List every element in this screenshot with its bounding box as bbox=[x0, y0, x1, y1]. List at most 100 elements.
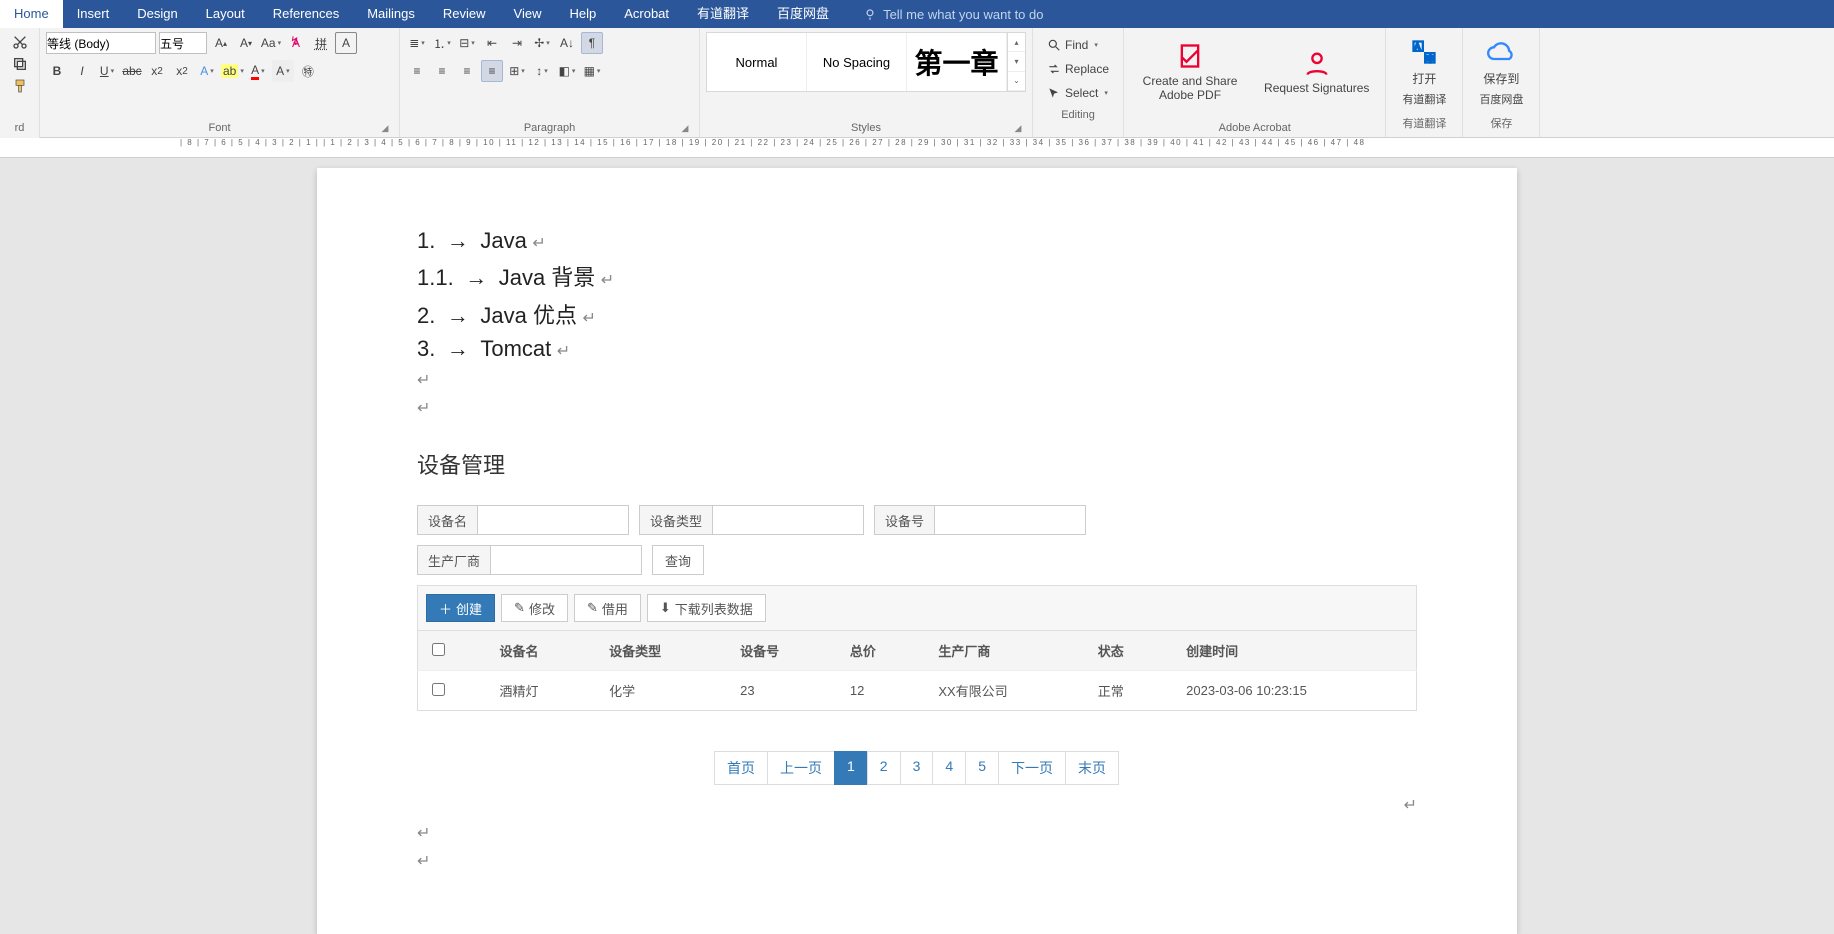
font-size-combo[interactable] bbox=[159, 32, 207, 54]
tab-view[interactable]: View bbox=[500, 0, 556, 28]
filter-no-input[interactable] bbox=[935, 506, 1085, 534]
style-heading[interactable]: 第一章 bbox=[907, 33, 1007, 91]
text-effects-button[interactable]: A bbox=[196, 60, 218, 82]
list-item[interactable]: 2. → Java 优点 ↵ bbox=[417, 298, 1417, 330]
editing-group-label: Editing bbox=[1039, 106, 1117, 124]
tab-review[interactable]: Review bbox=[429, 0, 500, 28]
page-first[interactable]: 首页 bbox=[714, 751, 768, 785]
align-left-button[interactable]: ≡ bbox=[406, 60, 428, 82]
page-4[interactable]: 4 bbox=[932, 751, 966, 785]
char-shading-button[interactable]: A bbox=[272, 60, 294, 82]
enclose-char-button[interactable]: ㊕ bbox=[297, 60, 319, 82]
page-last[interactable]: 末页 bbox=[1065, 751, 1119, 785]
styles-gallery[interactable]: Normal No Spacing 第一章 ▴ ▾ ⌄ bbox=[706, 32, 1026, 92]
create-button[interactable]: ＋创建 bbox=[426, 594, 495, 622]
superscript-button[interactable]: x2 bbox=[171, 60, 193, 82]
empty-paragraph[interactable]: ↵ bbox=[417, 398, 1417, 418]
align-right-button[interactable]: ≡ bbox=[456, 60, 478, 82]
tab-mailings[interactable]: Mailings bbox=[353, 0, 429, 28]
subscript-button[interactable]: x2 bbox=[146, 60, 168, 82]
page-3[interactable]: 3 bbox=[900, 751, 934, 785]
filter-type-input[interactable] bbox=[713, 506, 863, 534]
request-signatures-button[interactable]: Request Signatures bbox=[1254, 32, 1379, 112]
format-painter-icon[interactable] bbox=[12, 78, 28, 94]
style-normal[interactable]: Normal bbox=[707, 33, 807, 91]
highlight-button[interactable]: ab bbox=[221, 60, 244, 82]
style-nospacing[interactable]: No Spacing bbox=[807, 33, 907, 91]
show-marks-button[interactable]: ¶ bbox=[581, 32, 603, 54]
tab-references[interactable]: References bbox=[259, 0, 353, 28]
char-border-button[interactable]: A bbox=[335, 32, 357, 54]
page-1[interactable]: 1 bbox=[834, 751, 868, 785]
bullets-button[interactable]: ≣ bbox=[406, 32, 428, 54]
edit-button[interactable]: ✎修改 bbox=[501, 594, 568, 622]
row-checkbox[interactable] bbox=[432, 683, 445, 696]
search-button[interactable]: 查询 bbox=[652, 545, 704, 575]
create-pdf-button[interactable]: Create and Share Adobe PDF bbox=[1130, 32, 1250, 112]
list-item[interactable]: 1. → Java ↵ bbox=[417, 228, 1417, 254]
gallery-up-icon[interactable]: ▴ bbox=[1008, 33, 1025, 52]
italic-button[interactable]: I bbox=[71, 60, 93, 82]
select-button[interactable]: Select bbox=[1043, 82, 1113, 104]
strikethrough-button[interactable]: abc bbox=[121, 60, 143, 82]
change-case-button[interactable]: Aa bbox=[260, 32, 282, 54]
tab-baidu[interactable]: 百度网盘 bbox=[763, 0, 843, 28]
page-prev[interactable]: 上一页 bbox=[767, 751, 835, 785]
filter-name-input[interactable] bbox=[478, 506, 628, 534]
select-all-checkbox[interactable] bbox=[432, 643, 445, 656]
download-button[interactable]: ⬇下载列表数据 bbox=[647, 594, 766, 622]
numbering-button[interactable]: ⒈ bbox=[431, 32, 453, 54]
find-button[interactable]: Find bbox=[1043, 34, 1113, 56]
distributed-button[interactable]: ⊞ bbox=[506, 60, 528, 82]
tab-acrobat[interactable]: Acrobat bbox=[610, 0, 683, 28]
page-2[interactable]: 2 bbox=[867, 751, 901, 785]
borders-button[interactable]: ▦ bbox=[581, 60, 603, 82]
shading-button[interactable]: ◧ bbox=[556, 60, 578, 82]
font-color-button[interactable]: A bbox=[247, 60, 269, 82]
tab-home[interactable]: Home bbox=[0, 0, 63, 28]
font-launcher-icon[interactable]: ◢ bbox=[379, 123, 391, 135]
tab-help[interactable]: Help bbox=[555, 0, 610, 28]
font-name-combo[interactable] bbox=[46, 32, 156, 54]
horizontal-ruler[interactable]: | 8 | 7 | 6 | 5 | 4 | 3 | 2 | 1 | | 1 | … bbox=[0, 138, 1834, 158]
page-5[interactable]: 5 bbox=[965, 751, 999, 785]
decrease-indent-button[interactable]: ⇤ bbox=[481, 32, 503, 54]
styles-launcher-icon[interactable]: ◢ bbox=[1012, 123, 1024, 135]
gallery-down-icon[interactable]: ▾ bbox=[1008, 52, 1025, 71]
list-item[interactable]: 3. → Tomcat ↵ bbox=[417, 336, 1417, 362]
document-workspace[interactable]: 1. → Java ↵ 1.1. → Java 背景 ↵ 2. → Java 优… bbox=[0, 158, 1834, 934]
filter-maker-input[interactable] bbox=[491, 546, 641, 574]
copy-icon[interactable] bbox=[12, 56, 28, 72]
borrow-button[interactable]: ✎借用 bbox=[574, 594, 641, 622]
shrink-font-button[interactable]: A▾ bbox=[235, 32, 257, 54]
multilevel-button[interactable]: ⊟ bbox=[456, 32, 478, 54]
baidu-save-button[interactable]: 保存到 百度网盘 bbox=[1469, 32, 1533, 112]
bold-button[interactable]: B bbox=[46, 60, 68, 82]
line-spacing-button[interactable]: ↕ bbox=[531, 60, 553, 82]
empty-paragraph[interactable]: ↵ bbox=[417, 370, 1417, 390]
empty-paragraph[interactable]: ↵ bbox=[417, 851, 1417, 871]
cut-icon[interactable] bbox=[12, 34, 28, 50]
asian-layout-button[interactable]: ✢ bbox=[531, 32, 553, 54]
grow-font-button[interactable]: A▴ bbox=[210, 32, 232, 54]
replace-button[interactable]: Replace bbox=[1043, 58, 1113, 80]
youdao-translate-button[interactable]: A中 打开 有道翻译 bbox=[1392, 32, 1456, 112]
gallery-more-icon[interactable]: ⌄ bbox=[1008, 72, 1025, 91]
empty-paragraph[interactable]: ↵ bbox=[417, 823, 1417, 843]
list-item[interactable]: 1.1. → Java 背景 ↵ bbox=[417, 260, 1417, 292]
phonetic-guide-button[interactable]: 拼 bbox=[310, 32, 332, 54]
tell-me-search[interactable]: Tell me what you want to do bbox=[843, 7, 1043, 22]
increase-indent-button[interactable]: ⇥ bbox=[506, 32, 528, 54]
tab-youdao[interactable]: 有道翻译 bbox=[683, 0, 763, 28]
underline-button[interactable]: U bbox=[96, 60, 118, 82]
page-next[interactable]: 下一页 bbox=[998, 751, 1066, 785]
tab-design[interactable]: Design bbox=[123, 0, 191, 28]
tab-insert[interactable]: Insert bbox=[63, 0, 124, 28]
justify-button[interactable]: ≡ bbox=[481, 60, 503, 82]
table-row[interactable]: 酒精灯 化学 23 12 XX有限公司 正常 2023-03-06 10:23:… bbox=[418, 671, 1417, 711]
align-center-button[interactable]: ≡ bbox=[431, 60, 453, 82]
sort-button[interactable]: A↓ bbox=[556, 32, 578, 54]
paragraph-launcher-icon[interactable]: ◢ bbox=[679, 123, 691, 135]
tab-layout[interactable]: Layout bbox=[192, 0, 259, 28]
clear-formatting-button[interactable]: A↯ bbox=[285, 32, 307, 54]
